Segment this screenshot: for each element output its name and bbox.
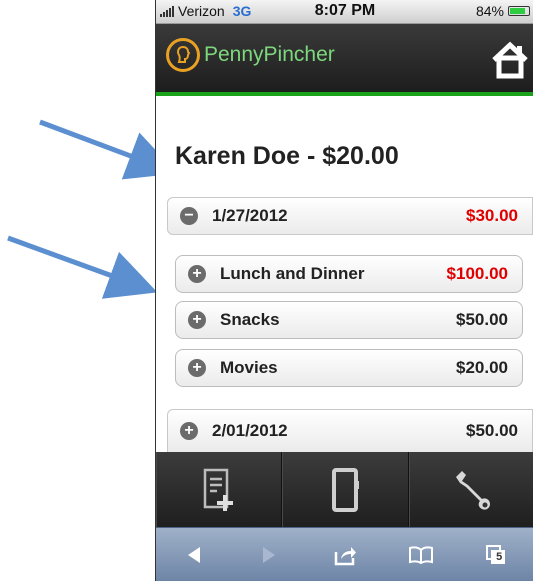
browser-toolbar: 5 xyxy=(156,527,533,581)
forward-arrow-icon xyxy=(263,547,276,563)
back-arrow-icon xyxy=(187,547,200,563)
day-date: 2/01/2012 xyxy=(212,421,288,440)
share-button[interactable] xyxy=(328,538,362,572)
plus-circle-icon: + xyxy=(180,422,198,440)
bookmarks-button[interactable] xyxy=(404,538,438,572)
new-receipt-icon xyxy=(203,468,233,511)
arrow-to-title xyxy=(39,119,178,180)
main-content: Karen Doe - $20.00 − 1/27/2012 $30.00 + … xyxy=(156,96,533,453)
pages-button[interactable]: 5 xyxy=(479,538,513,572)
tab-new-receipt[interactable] xyxy=(156,452,283,527)
minus-circle-icon: − xyxy=(180,207,198,225)
share-icon xyxy=(334,547,356,566)
expense-label: Movies xyxy=(220,358,278,377)
expense-amount: $50.00 xyxy=(456,310,508,329)
tab-settings[interactable] xyxy=(409,452,533,527)
expense-label: Snacks xyxy=(220,310,280,329)
page-title: Karen Doe - $20.00 xyxy=(175,142,399,170)
home-button[interactable] xyxy=(490,40,530,80)
wrench-icon xyxy=(456,470,491,510)
plus-circle-icon: + xyxy=(188,265,206,283)
battery-icon xyxy=(508,6,530,16)
tab-notebook[interactable] xyxy=(282,452,409,527)
day-amount: $30.00 xyxy=(466,206,518,225)
home-icon xyxy=(492,41,528,79)
back-button[interactable] xyxy=(177,538,211,572)
plus-circle-icon: + xyxy=(188,359,206,377)
notebook-icon xyxy=(331,467,359,512)
expense-amount: $100.00 xyxy=(446,264,508,283)
status-right: 84% xyxy=(476,3,530,19)
phone-screen: Verizon 3G 8:07 PM 84% PennyPincher Kare… xyxy=(155,0,533,581)
day-row-collapsible[interactable]: − 1/27/2012 $30.00 xyxy=(167,197,533,235)
expense-item-row[interactable]: + Movies $20.00 xyxy=(175,349,523,387)
day-amount: $50.00 xyxy=(466,421,518,440)
pennypincher-logo-icon xyxy=(166,38,200,72)
battery-percent: 84% xyxy=(475,3,504,19)
expense-item-row[interactable]: + Lunch and Dinner $100.00 xyxy=(175,255,523,293)
forward-button[interactable] xyxy=(252,538,286,572)
app-logo[interactable]: PennyPincher xyxy=(166,38,335,72)
book-icon xyxy=(408,546,433,564)
plus-circle-icon: + xyxy=(188,311,206,329)
app-name: PennyPincher xyxy=(204,43,335,66)
day-date: 1/27/2012 xyxy=(212,206,288,225)
app-tab-bar xyxy=(156,452,533,527)
status-bar: Verizon 3G 8:07 PM 84% xyxy=(156,0,533,24)
day-row-collapsible[interactable]: + 2/01/2012 $50.00 xyxy=(167,409,533,453)
app-header: PennyPincher xyxy=(156,24,533,96)
pages-count: 5 xyxy=(496,551,503,563)
arrow-to-items xyxy=(7,235,158,299)
expense-item-row[interactable]: + Snacks $50.00 xyxy=(175,301,523,339)
expense-label: Lunch and Dinner xyxy=(220,264,365,283)
expense-amount: $20.00 xyxy=(456,358,508,377)
